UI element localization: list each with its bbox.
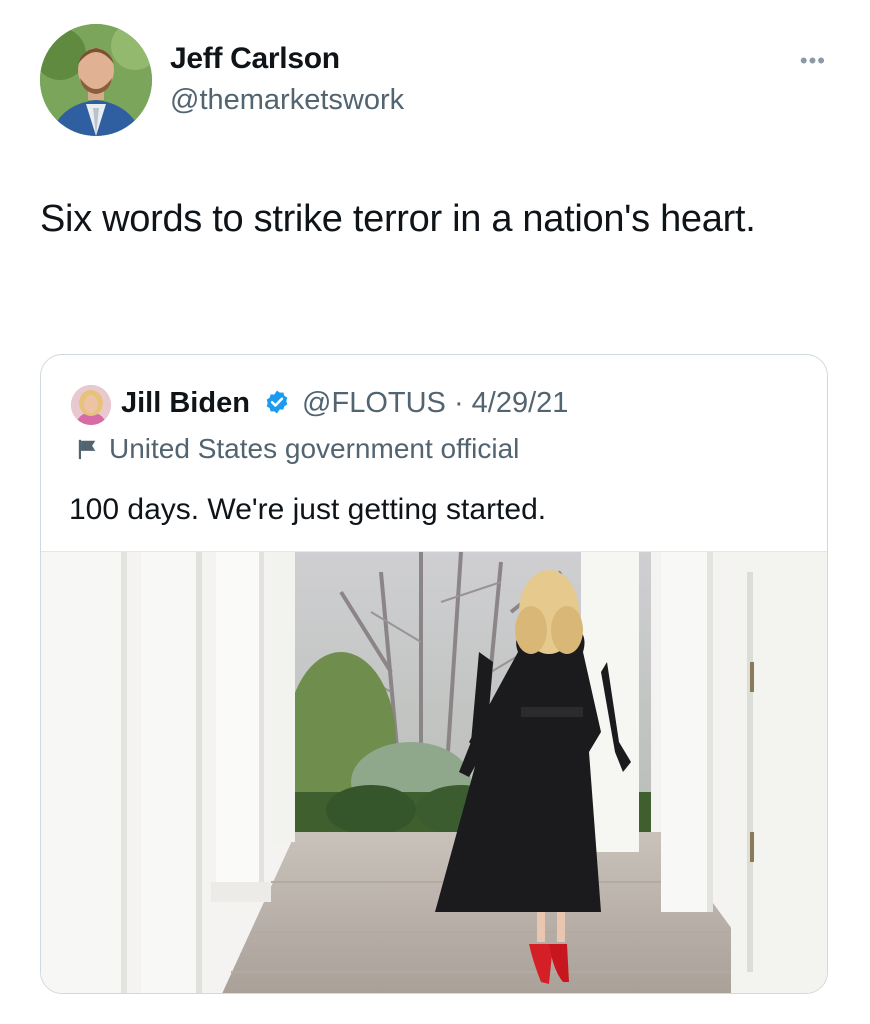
quoted-tweet-header: Jill Biden @FLOTUS · 4/29/21 [121,387,568,420]
colonnade-photo [41,552,827,993]
author-handle[interactable]: @themarketswork [170,84,404,117]
verified-badge-icon [266,390,288,414]
government-label-text: United States government official [109,433,520,464]
quoted-author-avatar[interactable] [71,385,111,425]
author-photo [40,24,152,136]
quoted-tweet-date[interactable]: 4/29/21 [472,387,569,419]
government-label[interactable]: United States government official [77,433,519,465]
quoted-author-photo [71,385,111,425]
tweet[interactable]: Jeff Carlson @themarketswork ••• Six wor… [0,0,870,1024]
quoted-tweet-photo[interactable] [41,551,827,993]
flag-icon [78,439,96,460]
quoted-author-name[interactable]: Jill Biden [121,387,250,419]
author-avatar[interactable] [40,24,152,136]
author-name[interactable]: Jeff Carlson [170,42,340,76]
quoted-tweet[interactable]: Jill Biden @FLOTUS · 4/29/21 United Stat… [40,354,828,994]
quoted-author-handle[interactable]: @FLOTUS [302,387,446,419]
tweet-text: Six words to strike terror in a nation's… [40,198,756,240]
date-separator: · [445,387,472,419]
more-options-icon[interactable]: ••• [800,48,826,74]
quoted-tweet-text: 100 days. We're just getting started. [69,493,547,526]
